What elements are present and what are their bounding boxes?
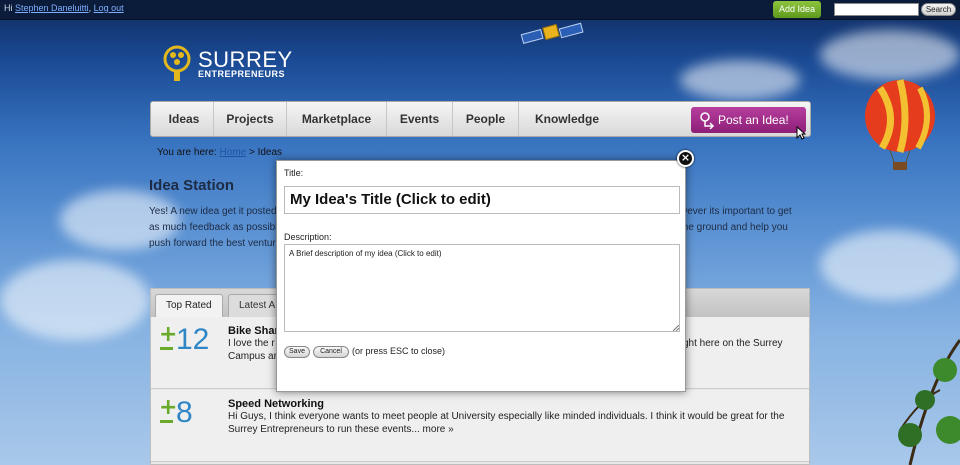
vote-count: 12	[176, 323, 210, 356]
page-title: Idea Station	[149, 177, 235, 194]
new-idea-dialog: Title: My Idea's Title (Click to edit) D…	[276, 160, 686, 392]
idea-description-text: ght here on the Surrey	[683, 338, 783, 349]
search-button[interactable]: Search	[921, 3, 956, 16]
resize-handle-icon[interactable]	[673, 325, 679, 331]
add-idea-button[interactable]: Add Idea	[773, 1, 821, 18]
idea-title[interactable]: Bike Shar	[228, 325, 279, 337]
save-button[interactable]: Save	[284, 346, 310, 358]
nav-item-knowledge[interactable]: Knowledge	[519, 102, 615, 136]
greeting: Hi Stephen Daneluitti, Log out	[4, 3, 124, 13]
nav-item-projects[interactable]: Projects	[214, 102, 287, 136]
top-bar: Hi Stephen Daneluitti, Log out Add Idea …	[0, 0, 960, 20]
idea-row[interactable]: + 8 Speed Networking Hi Guys, I think ev…	[151, 390, 809, 462]
greeting-prefix: Hi	[4, 3, 13, 13]
logo-subtitle: ENTREPRENEURS	[198, 69, 286, 79]
nav-item-marketplace[interactable]: Marketplace	[287, 102, 387, 136]
site-logo[interactable]: SURREY ENTREPRENEURS	[162, 45, 292, 87]
tab-top-rated[interactable]: Top Rated	[155, 294, 223, 317]
cancel-button[interactable]: Cancel	[313, 346, 349, 358]
vote-up-icon[interactable]: +	[159, 397, 177, 419]
cloud	[820, 230, 960, 300]
intro-text: the ground and help you	[680, 222, 788, 233]
title-field[interactable]: My Idea's Title (Click to edit)	[284, 186, 680, 214]
close-hint: (or press ESC to close)	[352, 346, 446, 356]
logout-link[interactable]: Log out	[94, 3, 124, 13]
post-idea-label: Post an Idea!	[718, 113, 789, 127]
vote-down-icon[interactable]	[160, 420, 173, 423]
cloud	[820, 30, 960, 80]
description-field[interactable]: A Brief description of my idea (Click to…	[284, 244, 680, 332]
idea-title[interactable]: Speed Networking	[228, 398, 324, 410]
vote-count: 8	[176, 396, 193, 429]
main-nav: Ideas Projects Marketplace Events People…	[150, 101, 811, 137]
hot-air-balloon-icon	[865, 79, 935, 170]
intro-text: as much feedback as possible	[149, 222, 283, 233]
vote-up-icon[interactable]: +	[159, 324, 177, 346]
breadcrumb-separator: >	[248, 147, 255, 158]
search-input[interactable]	[834, 3, 919, 16]
nav-item-ideas[interactable]: Ideas	[155, 102, 214, 136]
breadcrumb-home-link[interactable]: Home	[219, 147, 246, 158]
close-dialog-button[interactable]: ×	[677, 150, 694, 167]
tree-branches-decoration	[898, 339, 960, 465]
nav-item-people[interactable]: People	[453, 102, 519, 136]
idea-description-text: I love the r	[228, 338, 275, 349]
vote-widget: + 8	[159, 396, 219, 438]
breadcrumb-current: Ideas	[257, 147, 283, 158]
satellite-icon	[520, 22, 584, 45]
idea-description-text: Surrey Entrepreneurs to run these events…	[228, 424, 454, 435]
description-label: Description:	[284, 232, 332, 242]
user-name-link[interactable]: Stephen Daneluitti	[15, 3, 89, 13]
intro-text: wever its important to get	[680, 206, 792, 217]
cloud	[680, 60, 800, 100]
breadcrumb-prefix: You are here:	[157, 147, 217, 158]
intro-text: push forward the best ventur	[149, 238, 276, 249]
intro-text: Yes! A new idea get it posted	[149, 206, 277, 217]
mouse-cursor-icon	[796, 126, 806, 140]
breadcrumb: You are here: Home > Ideas	[157, 147, 282, 158]
lightbulb-arrow-icon	[700, 112, 715, 129]
vote-down-icon[interactable]	[160, 347, 173, 350]
logo-mark-icon	[163, 45, 191, 81]
cloud	[0, 260, 150, 340]
idea-description: Hi Guys, I think everyone wants to meet …	[228, 410, 798, 436]
idea-description-text: Hi Guys, I think everyone wants to meet …	[228, 411, 785, 422]
post-idea-button[interactable]: Post an Idea!	[691, 107, 806, 133]
nav-item-events[interactable]: Events	[387, 102, 453, 136]
vote-widget: + 12	[159, 323, 219, 365]
title-label: Title:	[284, 168, 304, 178]
